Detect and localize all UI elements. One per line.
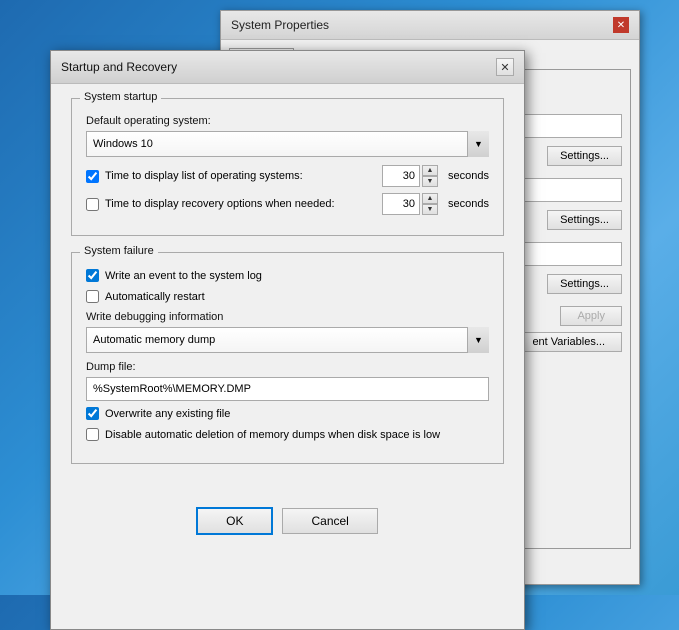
dialog-close-button[interactable]: ✕ (496, 58, 514, 76)
time-display-row: Time to display list of operating system… (86, 165, 489, 187)
default-os-dropdown[interactable]: Windows 10 (86, 131, 489, 157)
dialog-titlebar: Startup and Recovery ✕ (51, 51, 524, 84)
auto-restart-checkbox[interactable] (86, 290, 99, 303)
time-display-spinbox: ▲ ▼ (382, 165, 438, 187)
system-failure-label: System failure (80, 245, 158, 257)
ok-button[interactable]: OK (197, 508, 272, 534)
dialog-body: System startup Default operating system:… (51, 84, 524, 494)
time-recovery-row: Time to display recovery options when ne… (86, 193, 489, 215)
time-display-spin-buttons: ▲ ▼ (422, 165, 438, 187)
system-failure-group: System failure Write an event to the sys… (71, 252, 504, 464)
settings-button-2[interactable]: Settings... (547, 210, 622, 230)
write-debug-label: Write debugging information (86, 311, 489, 323)
settings-button-3[interactable]: Settings... (547, 274, 622, 294)
time-recovery-spin-up[interactable]: ▲ (422, 193, 438, 204)
system-startup-label: System startup (80, 91, 161, 103)
time-recovery-label: Time to display recovery options when ne… (105, 198, 376, 210)
dump-file-input[interactable] (86, 377, 489, 401)
sys-props-titlebar: System Properties ✕ (221, 11, 639, 40)
time-display-checkbox[interactable] (86, 170, 99, 183)
time-display-label: Time to display list of operating system… (105, 170, 376, 182)
auto-restart-row: Automatically restart (86, 290, 489, 303)
sys-props-close-button[interactable]: ✕ (613, 17, 629, 33)
env-vars-button[interactable]: ent Variables... (515, 332, 622, 352)
time-recovery-spin-buttons: ▲ ▼ (422, 193, 438, 215)
apply-button[interactable]: Apply (560, 306, 622, 326)
debug-dropdown-container: Automatic memory dump ▼ (86, 327, 489, 353)
time-recovery-spin-down[interactable]: ▼ (422, 204, 438, 215)
time-recovery-spinbox: ▲ ▼ (382, 193, 438, 215)
time-recovery-suffix: seconds (448, 198, 489, 210)
disable-auto-label: Disable automatic deletion of memory dum… (105, 429, 440, 441)
system-startup-group: System startup Default operating system:… (71, 98, 504, 236)
overwrite-checkbox[interactable] (86, 407, 99, 420)
write-event-row: Write an event to the system log (86, 269, 489, 282)
default-os-dropdown-container: Windows 10 ▼ (86, 131, 489, 157)
sys-props-title: System Properties (231, 18, 329, 32)
time-recovery-input[interactable] (382, 193, 420, 215)
disable-auto-checkbox[interactable] (86, 428, 99, 441)
overwrite-row: Overwrite any existing file (86, 407, 489, 420)
dialog-footer: OK Cancel (51, 498, 524, 544)
cancel-button[interactable]: Cancel (282, 508, 377, 534)
time-display-input[interactable] (382, 165, 420, 187)
time-display-spin-down[interactable]: ▼ (422, 176, 438, 187)
dump-file-label: Dump file: (86, 361, 489, 373)
debug-info-dropdown[interactable]: Automatic memory dump (86, 327, 489, 353)
time-display-suffix: seconds (448, 170, 489, 182)
auto-restart-label: Automatically restart (105, 291, 205, 303)
write-event-checkbox[interactable] (86, 269, 99, 282)
settings-button-1[interactable]: Settings... (547, 146, 622, 166)
disable-auto-row: Disable automatic deletion of memory dum… (86, 428, 489, 441)
time-recovery-checkbox[interactable] (86, 198, 99, 211)
time-display-spin-up[interactable]: ▲ (422, 165, 438, 176)
overwrite-label: Overwrite any existing file (105, 408, 230, 420)
startup-content: Default operating system: Windows 10 ▼ T… (86, 115, 489, 215)
failure-content: Write an event to the system log Automat… (86, 269, 489, 441)
write-event-label: Write an event to the system log (105, 270, 262, 282)
default-os-label: Default operating system: (86, 115, 489, 127)
startup-recovery-dialog: Startup and Recovery ✕ System startup De… (50, 50, 525, 630)
dialog-title: Startup and Recovery (61, 60, 177, 74)
